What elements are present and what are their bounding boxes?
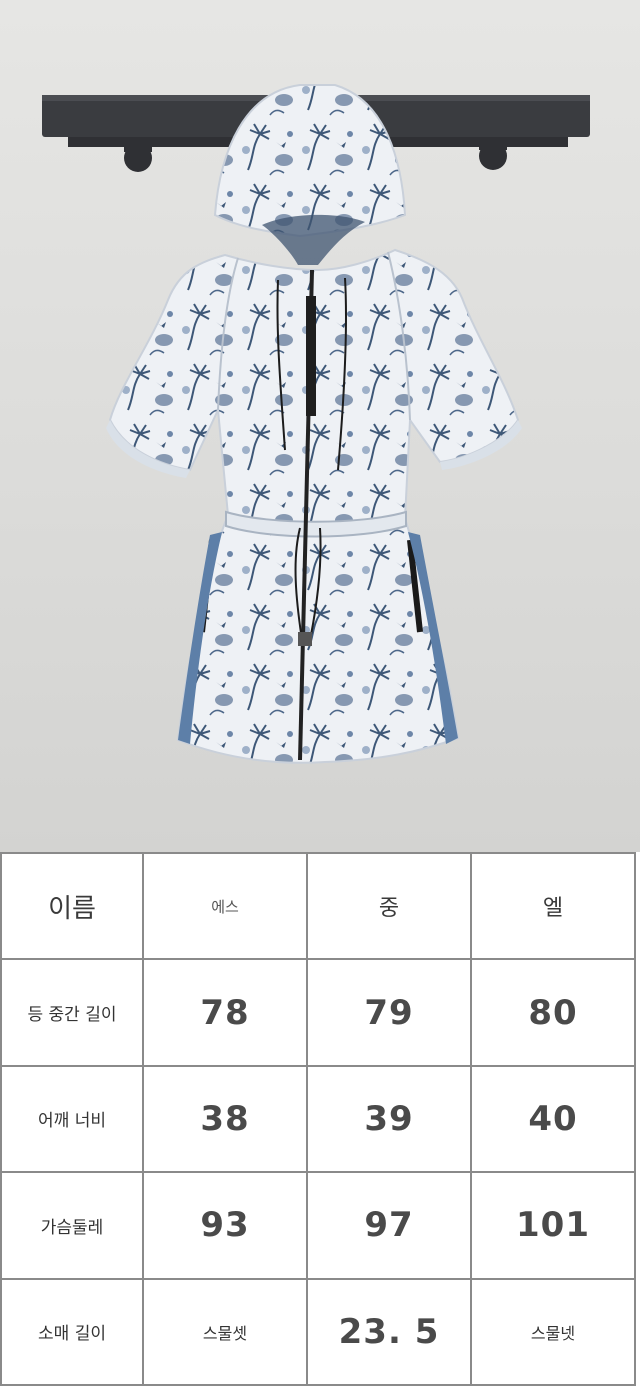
cell-value: 93 (142, 1171, 308, 1280)
row-label: 어깨 너비 (0, 1064, 144, 1174)
product-photo (0, 0, 640, 852)
table-row: 가슴둘레 93 97 101 (0, 1171, 636, 1280)
cell-value: 38 (142, 1064, 308, 1174)
cell-value: 101 (470, 1171, 636, 1280)
table-row: 소매 길이 스물셋 23. 5 스물넷 (0, 1277, 636, 1386)
table-header-row: 이름 에스 중 엘 (0, 851, 636, 961)
size-chart-table: 이름 에스 중 엘 등 중간 길이 78 79 80 어깨 너비 38 39 4… (0, 851, 636, 1386)
cell-value: 97 (306, 1171, 472, 1280)
row-label: 등 중간 길이 (0, 958, 144, 1067)
header-size-s: 에스 (142, 851, 308, 961)
row-label: 가슴둘레 (0, 1171, 144, 1280)
header-size-l: 엘 (470, 851, 636, 961)
cell-value: 스물셋 (142, 1277, 308, 1386)
cell-value: 80 (470, 958, 636, 1067)
cell-value: 40 (470, 1064, 636, 1174)
cell-value: 78 (142, 958, 308, 1067)
cell-value: 스물넷 (470, 1277, 636, 1386)
header-name: 이름 (0, 851, 144, 961)
table-row: 등 중간 길이 78 79 80 (0, 958, 636, 1067)
row-label: 소매 길이 (0, 1277, 144, 1386)
dress-illustration (42, 84, 590, 764)
table-row: 어깨 너비 38 39 40 (0, 1064, 636, 1174)
cell-value: 39 (306, 1064, 472, 1174)
cell-value: 23. 5 (306, 1277, 472, 1386)
header-size-m: 중 (306, 851, 472, 961)
cell-value: 79 (306, 958, 472, 1067)
